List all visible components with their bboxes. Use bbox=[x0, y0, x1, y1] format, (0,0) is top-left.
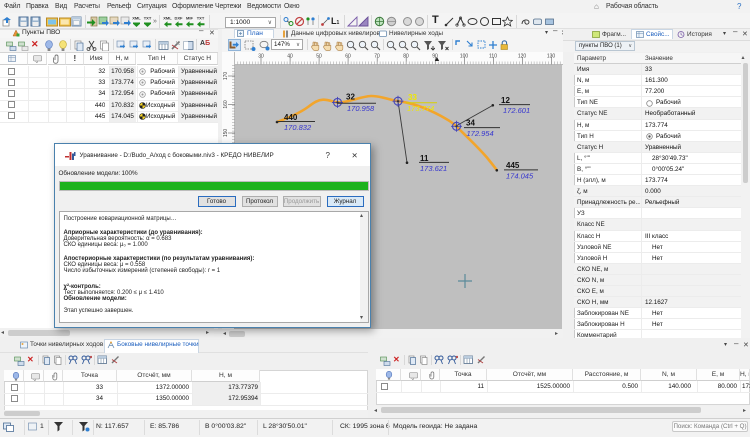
svg-text:170: 170 bbox=[223, 72, 229, 81]
svg-text:440: 440 bbox=[284, 113, 298, 122]
svg-text:32: 32 bbox=[346, 93, 355, 102]
svg-text:110: 110 bbox=[489, 54, 497, 60]
svg-text:150: 150 bbox=[223, 129, 229, 138]
svg-text:30: 30 bbox=[258, 54, 264, 60]
svg-text:70: 70 bbox=[374, 54, 380, 60]
svg-text:173.774: 173.774 bbox=[407, 104, 434, 113]
svg-text:160: 160 bbox=[223, 100, 229, 109]
svg-text:40: 40 bbox=[287, 54, 293, 60]
svg-text:100: 100 bbox=[460, 54, 469, 60]
svg-text:170.832: 170.832 bbox=[284, 123, 312, 132]
svg-text:120: 120 bbox=[518, 54, 527, 60]
svg-text:12: 12 bbox=[501, 96, 510, 105]
svg-text:130: 130 bbox=[547, 54, 556, 60]
svg-text:50: 50 bbox=[316, 54, 322, 60]
svg-text:172.954: 172.954 bbox=[467, 129, 494, 138]
svg-text:170.958: 170.958 bbox=[347, 104, 375, 113]
svg-text:33: 33 bbox=[408, 93, 417, 102]
svg-text:174.045: 174.045 bbox=[506, 172, 534, 181]
svg-text:60: 60 bbox=[345, 54, 351, 60]
svg-text:445: 445 bbox=[506, 161, 520, 170]
svg-text:34: 34 bbox=[466, 118, 475, 127]
svg-text:172.601: 172.601 bbox=[503, 106, 530, 115]
svg-text:80: 80 bbox=[403, 54, 409, 60]
svg-text:11: 11 bbox=[420, 154, 429, 163]
svg-text:173.621: 173.621 bbox=[420, 164, 447, 173]
